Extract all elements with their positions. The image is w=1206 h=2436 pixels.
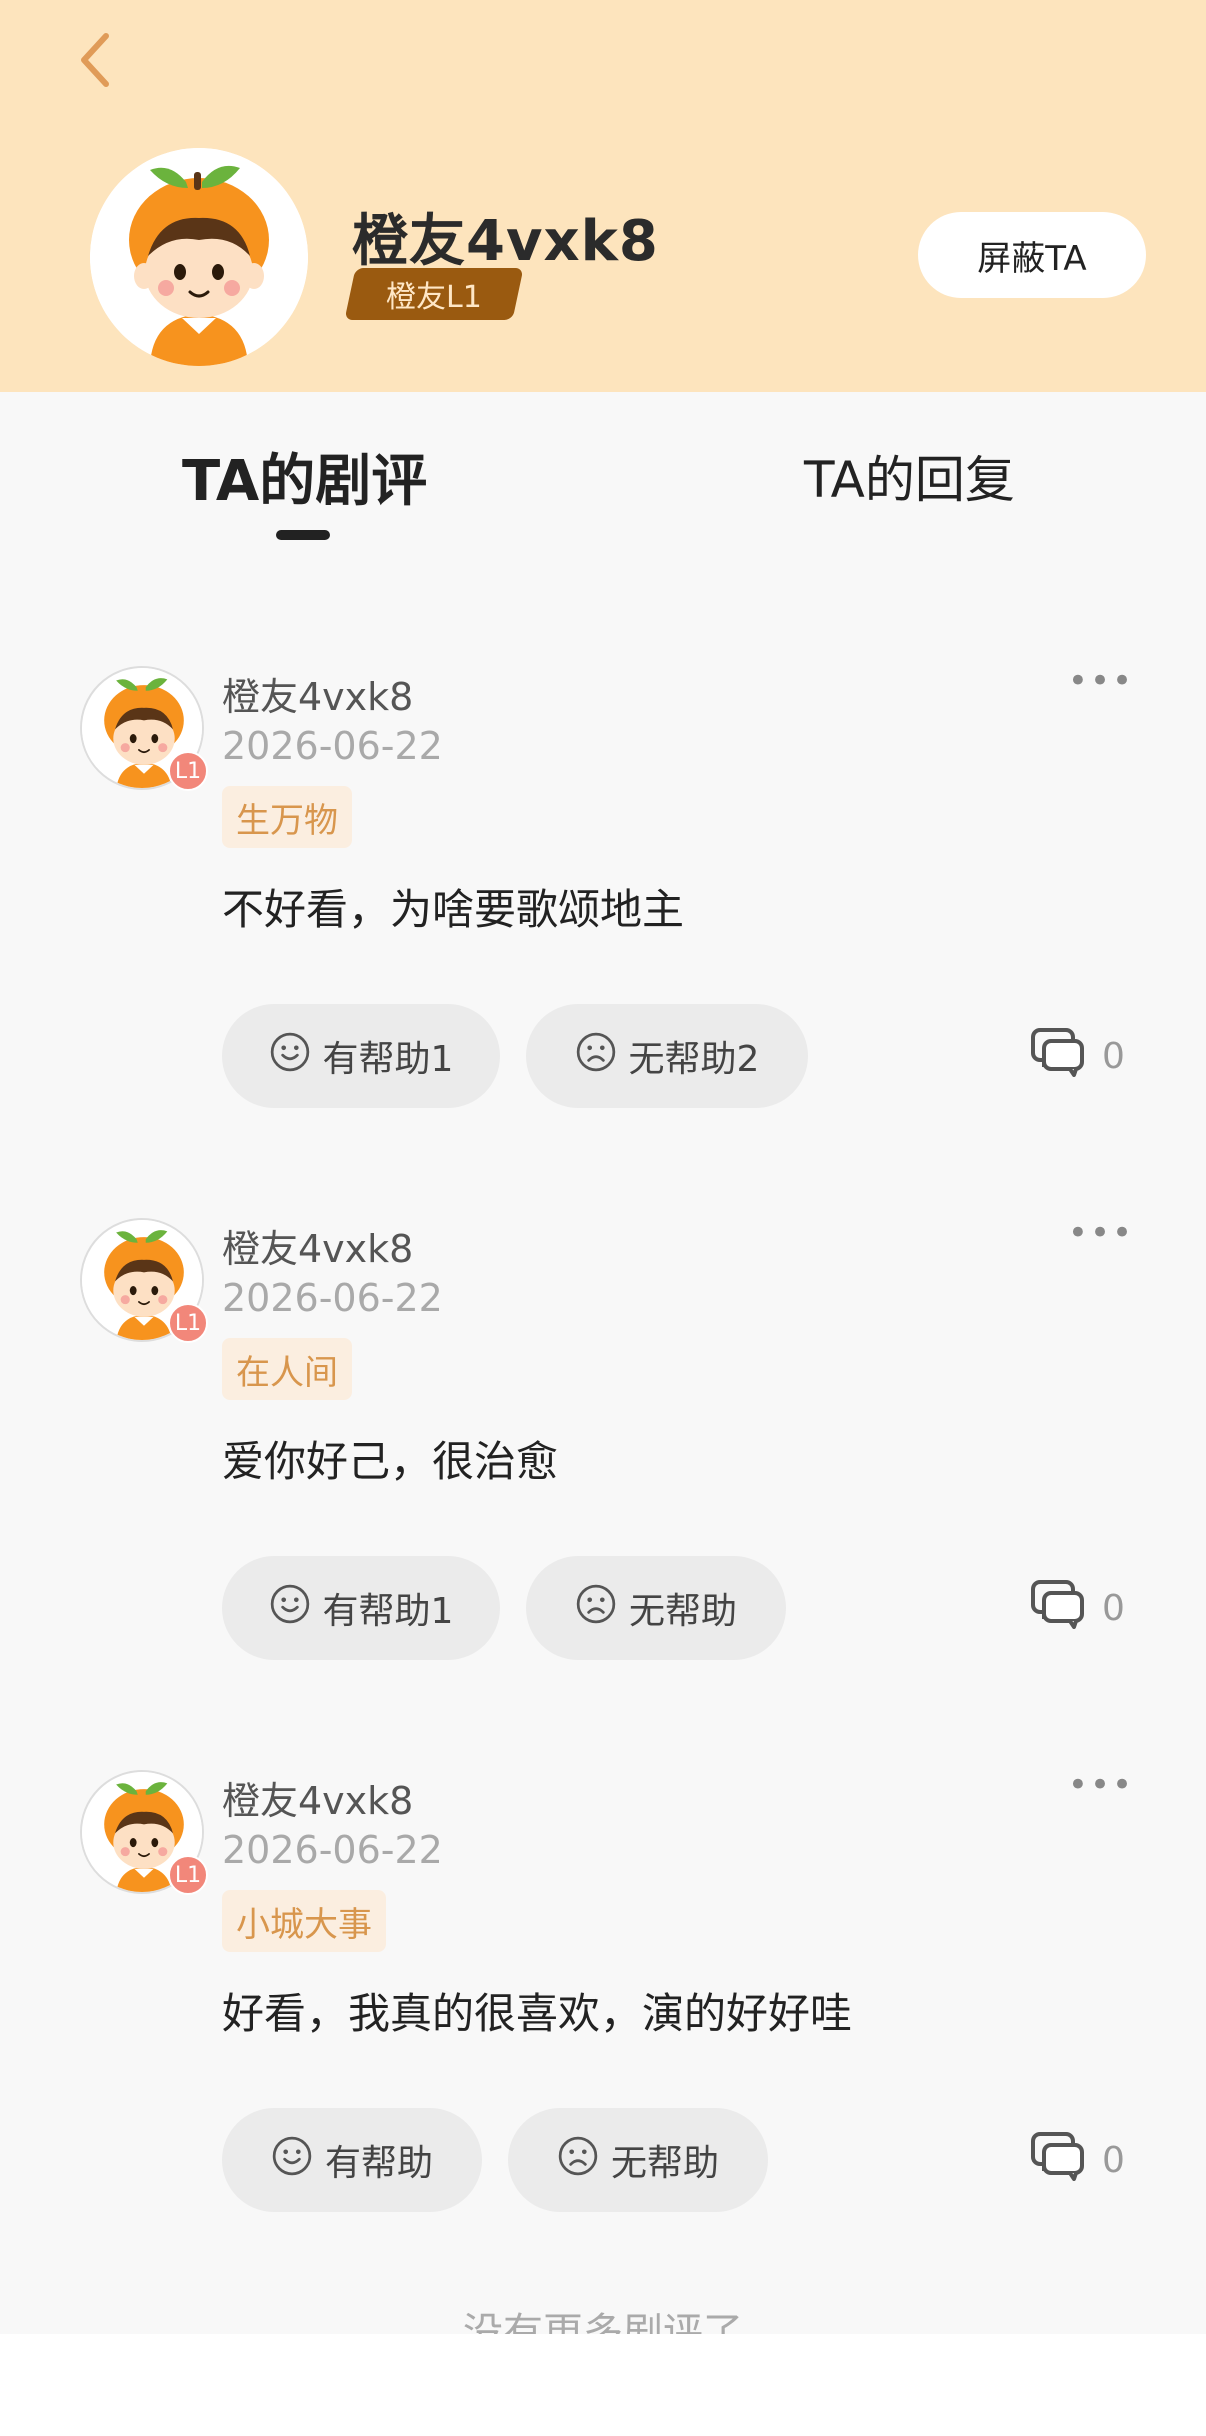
level-badge: 橙友L1 xyxy=(344,268,524,320)
active-tab-indicator xyxy=(276,530,330,540)
reviewer-name[interactable]: 橙友4vxk8 xyxy=(222,1770,413,1825)
review-text: 好看，我真的很喜欢，演的好好哇 xyxy=(222,1989,853,2038)
helpful-label: 有帮助 xyxy=(324,2143,433,2184)
profile-name: 橙友4vxk8 xyxy=(352,209,659,274)
smile-icon xyxy=(269,1583,311,1634)
review-date: 2026-06-22 xyxy=(222,1276,443,1320)
sad-face-icon xyxy=(575,1583,617,1634)
review-text: 不好看，为啥要歌颂地主 xyxy=(222,885,685,934)
block-button[interactable]: 屏蔽TA xyxy=(918,212,1146,298)
unhelpful-button[interactable]: 无帮助2 xyxy=(526,1004,808,1108)
review-text: 爱你好己，很治愈 xyxy=(222,1437,559,1486)
helpful-button[interactable]: 有帮助1 xyxy=(222,1004,500,1108)
no-more-reviews-text: 没有更多剧评了 xyxy=(463,2310,743,2336)
comment-count: 0 xyxy=(1102,1587,1125,1629)
more-options-icon[interactable]: ••• xyxy=(1068,661,1132,701)
comment-count: 0 xyxy=(1102,2139,1125,2181)
profile-avatar[interactable] xyxy=(90,148,308,366)
helpful-button[interactable]: 有帮助 xyxy=(222,2108,482,2212)
comment-button[interactable]: 0 xyxy=(1030,1576,1125,1640)
more-options-icon[interactable]: ••• xyxy=(1068,1213,1132,1253)
tab-replies[interactable]: TA的回复 xyxy=(804,440,1015,512)
show-tag[interactable]: 生万物 xyxy=(222,786,352,848)
unhelpful-label: 无帮助 xyxy=(610,2143,719,2184)
unhelpful-label: 无帮助2 xyxy=(628,1039,760,1080)
chevron-left-icon xyxy=(81,33,109,87)
smile-icon xyxy=(269,1031,311,1082)
helpful-button[interactable]: 有帮助1 xyxy=(222,1556,500,1660)
comment-icon xyxy=(1030,1027,1086,1086)
reviewer-level-badge: L1 xyxy=(168,1855,208,1895)
comment-button[interactable]: 0 xyxy=(1030,1024,1125,1088)
reviewer-level-badge: L1 xyxy=(168,1303,208,1343)
reviewer-name[interactable]: 橙友4vxk8 xyxy=(222,1218,413,1273)
comment-icon xyxy=(1030,1579,1086,1638)
back-button[interactable] xyxy=(70,30,120,90)
tab-reviews[interactable]: TA的剧评 xyxy=(182,436,427,517)
bottom-safe-area xyxy=(0,2334,1206,2436)
review-date: 2026-06-22 xyxy=(222,724,443,768)
profile-header: 橙友4vxk8 橙友L1 屏蔽TA xyxy=(0,0,1206,392)
smile-icon xyxy=(271,2135,313,2186)
more-options-icon[interactable]: ••• xyxy=(1068,1765,1132,1805)
sad-face-icon xyxy=(557,2135,599,2186)
reviewer-level-badge: L1 xyxy=(168,751,208,791)
show-tag[interactable]: 在人间 xyxy=(222,1338,352,1400)
helpful-label: 有帮助1 xyxy=(322,1039,454,1080)
unhelpful-button[interactable]: 无帮助 xyxy=(508,2108,768,2212)
helpful-label: 有帮助1 xyxy=(322,1591,454,1632)
review-card[interactable]: L1 橙友4vxk8 2026-06-22 生万物不好看，为啥要歌颂地主 ••• 有帮助1… xyxy=(0,661,1206,1146)
unhelpful-label: 无帮助 xyxy=(628,1591,737,1632)
review-card[interactable]: L1 橙友4vxk8 2026-06-22 在人间爱你好己，很治愈 ••• 有帮助1 无帮助… xyxy=(0,1213,1206,1698)
reviewer-name[interactable]: 橙友4vxk8 xyxy=(222,666,413,721)
unhelpful-button[interactable]: 无帮助 xyxy=(526,1556,786,1660)
show-tag[interactable]: 小城大事 xyxy=(222,1890,386,1952)
comment-button[interactable]: 0 xyxy=(1030,2128,1125,2192)
comment-icon xyxy=(1030,2131,1086,2190)
review-date: 2026-06-22 xyxy=(222,1828,443,1872)
comment-count: 0 xyxy=(1102,1035,1125,1077)
orange-kid-avatar-icon xyxy=(90,148,308,366)
sad-face-icon xyxy=(575,1031,617,1082)
review-card[interactable]: L1 橙友4vxk8 2026-06-22 小城大事好看，我真的很喜欢，演的好好哇 ••… xyxy=(0,1765,1206,2250)
level-badge-label: 橙友L1 xyxy=(386,280,482,315)
